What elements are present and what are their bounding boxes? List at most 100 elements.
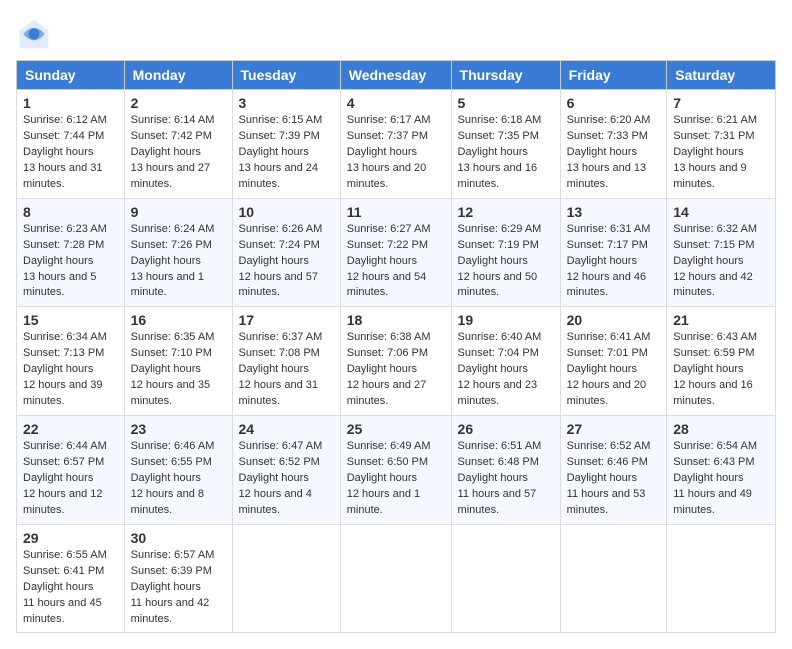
calendar-cell: 23 Sunrise: 6:46 AM Sunset: 6:55 PM Dayl… bbox=[124, 416, 232, 525]
sunrise-label: Sunrise: 6:12 AM bbox=[23, 114, 107, 126]
day-info: Sunrise: 6:57 AM Sunset: 6:39 PM Dayligh… bbox=[131, 548, 226, 628]
daylight-duration: 12 hours and 8 minutes. bbox=[131, 488, 204, 516]
day-header-friday: Friday bbox=[560, 61, 667, 90]
sunrise-label: Sunrise: 6:55 AM bbox=[23, 549, 107, 561]
daylight-label: Daylight hours bbox=[458, 146, 528, 158]
sunrise-label: Sunrise: 6:38 AM bbox=[347, 331, 431, 343]
calendar-cell: 7 Sunrise: 6:21 AM Sunset: 7:31 PM Dayli… bbox=[667, 90, 776, 199]
day-info: Sunrise: 6:14 AM Sunset: 7:42 PM Dayligh… bbox=[131, 113, 226, 193]
calendar-cell: 17 Sunrise: 6:37 AM Sunset: 7:08 PM Dayl… bbox=[232, 307, 340, 416]
sunrise-label: Sunrise: 6:37 AM bbox=[239, 331, 323, 343]
sunrise-label: Sunrise: 6:34 AM bbox=[23, 331, 107, 343]
sunset-label: Sunset: 6:59 PM bbox=[673, 347, 754, 359]
day-number: 25 bbox=[347, 421, 445, 437]
daylight-duration: 13 hours and 24 minutes. bbox=[239, 162, 319, 190]
sunset-label: Sunset: 7:01 PM bbox=[567, 347, 648, 359]
daylight-duration: 11 hours and 45 minutes. bbox=[23, 597, 102, 625]
sunrise-label: Sunrise: 6:18 AM bbox=[458, 114, 542, 126]
daylight-duration: 12 hours and 54 minutes. bbox=[347, 271, 427, 299]
sunset-label: Sunset: 7:33 PM bbox=[567, 130, 648, 142]
daylight-label: Daylight hours bbox=[567, 146, 637, 158]
daylight-label: Daylight hours bbox=[131, 581, 201, 593]
calendar-cell: 19 Sunrise: 6:40 AM Sunset: 7:04 PM Dayl… bbox=[451, 307, 560, 416]
daylight-label: Daylight hours bbox=[131, 363, 201, 375]
calendar-cell: 25 Sunrise: 6:49 AM Sunset: 6:50 PM Dayl… bbox=[340, 416, 451, 525]
calendar-cell: 15 Sunrise: 6:34 AM Sunset: 7:13 PM Dayl… bbox=[17, 307, 125, 416]
sunset-label: Sunset: 7:08 PM bbox=[239, 347, 320, 359]
sunset-label: Sunset: 7:17 PM bbox=[567, 239, 648, 251]
daylight-label: Daylight hours bbox=[347, 255, 417, 267]
sunset-label: Sunset: 7:39 PM bbox=[239, 130, 320, 142]
day-info: Sunrise: 6:34 AM Sunset: 7:13 PM Dayligh… bbox=[23, 330, 118, 410]
sunset-label: Sunset: 6:48 PM bbox=[458, 456, 539, 468]
day-number: 2 bbox=[131, 95, 226, 111]
daylight-duration: 12 hours and 50 minutes. bbox=[458, 271, 538, 299]
sunrise-label: Sunrise: 6:47 AM bbox=[239, 440, 323, 452]
sunrise-label: Sunrise: 6:27 AM bbox=[347, 223, 431, 235]
daylight-duration: 11 hours and 42 minutes. bbox=[131, 597, 210, 625]
daylight-label: Daylight hours bbox=[458, 363, 528, 375]
sunrise-label: Sunrise: 6:41 AM bbox=[567, 331, 651, 343]
daylight-duration: 12 hours and 39 minutes. bbox=[23, 379, 103, 407]
logo-icon bbox=[16, 16, 52, 52]
day-number: 16 bbox=[131, 312, 226, 328]
day-info: Sunrise: 6:52 AM Sunset: 6:46 PM Dayligh… bbox=[567, 439, 661, 519]
day-header-thursday: Thursday bbox=[451, 61, 560, 90]
day-header-monday: Monday bbox=[124, 61, 232, 90]
day-number: 21 bbox=[673, 312, 769, 328]
daylight-label: Daylight hours bbox=[239, 363, 309, 375]
sunset-label: Sunset: 6:50 PM bbox=[347, 456, 428, 468]
day-header-sunday: Sunday bbox=[17, 61, 125, 90]
sunrise-label: Sunrise: 6:57 AM bbox=[131, 549, 215, 561]
daylight-label: Daylight hours bbox=[23, 255, 93, 267]
sunset-label: Sunset: 6:41 PM bbox=[23, 565, 104, 577]
sunset-label: Sunset: 6:46 PM bbox=[567, 456, 648, 468]
day-number: 13 bbox=[567, 204, 661, 220]
calendar-row-5: 29 Sunrise: 6:55 AM Sunset: 6:41 PM Dayl… bbox=[17, 524, 776, 633]
sunset-label: Sunset: 7:04 PM bbox=[458, 347, 539, 359]
calendar-cell: 1 Sunrise: 6:12 AM Sunset: 7:44 PM Dayli… bbox=[17, 90, 125, 199]
calendar-body: 1 Sunrise: 6:12 AM Sunset: 7:44 PM Dayli… bbox=[17, 90, 776, 633]
calendar-cell: 29 Sunrise: 6:55 AM Sunset: 6:41 PM Dayl… bbox=[17, 524, 125, 633]
sunset-label: Sunset: 7:42 PM bbox=[131, 130, 212, 142]
daylight-duration: 11 hours and 49 minutes. bbox=[673, 488, 752, 516]
daylight-duration: 13 hours and 16 minutes. bbox=[458, 162, 538, 190]
day-number: 14 bbox=[673, 204, 769, 220]
daylight-duration: 12 hours and 4 minutes. bbox=[239, 488, 312, 516]
sunset-label: Sunset: 7:19 PM bbox=[458, 239, 539, 251]
day-info: Sunrise: 6:20 AM Sunset: 7:33 PM Dayligh… bbox=[567, 113, 661, 193]
sunrise-label: Sunrise: 6:17 AM bbox=[347, 114, 431, 126]
day-number: 7 bbox=[673, 95, 769, 111]
daylight-duration: 13 hours and 13 minutes. bbox=[567, 162, 647, 190]
day-info: Sunrise: 6:37 AM Sunset: 7:08 PM Dayligh… bbox=[239, 330, 334, 410]
day-number: 8 bbox=[23, 204, 118, 220]
sunset-label: Sunset: 7:15 PM bbox=[673, 239, 754, 251]
day-number: 1 bbox=[23, 95, 118, 111]
daylight-duration: 12 hours and 20 minutes. bbox=[567, 379, 647, 407]
day-info: Sunrise: 6:31 AM Sunset: 7:17 PM Dayligh… bbox=[567, 222, 661, 302]
sunset-label: Sunset: 7:13 PM bbox=[23, 347, 104, 359]
day-info: Sunrise: 6:12 AM Sunset: 7:44 PM Dayligh… bbox=[23, 113, 118, 193]
calendar-cell: 4 Sunrise: 6:17 AM Sunset: 7:37 PM Dayli… bbox=[340, 90, 451, 199]
sunrise-label: Sunrise: 6:40 AM bbox=[458, 331, 542, 343]
sunrise-label: Sunrise: 6:31 AM bbox=[567, 223, 651, 235]
daylight-label: Daylight hours bbox=[23, 581, 93, 593]
day-info: Sunrise: 6:40 AM Sunset: 7:04 PM Dayligh… bbox=[458, 330, 554, 410]
daylight-duration: 12 hours and 31 minutes. bbox=[239, 379, 319, 407]
day-number: 23 bbox=[131, 421, 226, 437]
calendar-cell: 3 Sunrise: 6:15 AM Sunset: 7:39 PM Dayli… bbox=[232, 90, 340, 199]
calendar-cell: 12 Sunrise: 6:29 AM Sunset: 7:19 PM Dayl… bbox=[451, 198, 560, 307]
day-number: 3 bbox=[239, 95, 334, 111]
calendar-row-4: 22 Sunrise: 6:44 AM Sunset: 6:57 PM Dayl… bbox=[17, 416, 776, 525]
calendar-cell bbox=[340, 524, 451, 633]
day-number: 20 bbox=[567, 312, 661, 328]
day-info: Sunrise: 6:18 AM Sunset: 7:35 PM Dayligh… bbox=[458, 113, 554, 193]
daylight-label: Daylight hours bbox=[458, 472, 528, 484]
day-header-saturday: Saturday bbox=[667, 61, 776, 90]
calendar-row-3: 15 Sunrise: 6:34 AM Sunset: 7:13 PM Dayl… bbox=[17, 307, 776, 416]
day-number: 19 bbox=[458, 312, 554, 328]
daylight-label: Daylight hours bbox=[673, 255, 743, 267]
day-info: Sunrise: 6:43 AM Sunset: 6:59 PM Dayligh… bbox=[673, 330, 769, 410]
sunset-label: Sunset: 7:37 PM bbox=[347, 130, 428, 142]
calendar-cell: 30 Sunrise: 6:57 AM Sunset: 6:39 PM Dayl… bbox=[124, 524, 232, 633]
